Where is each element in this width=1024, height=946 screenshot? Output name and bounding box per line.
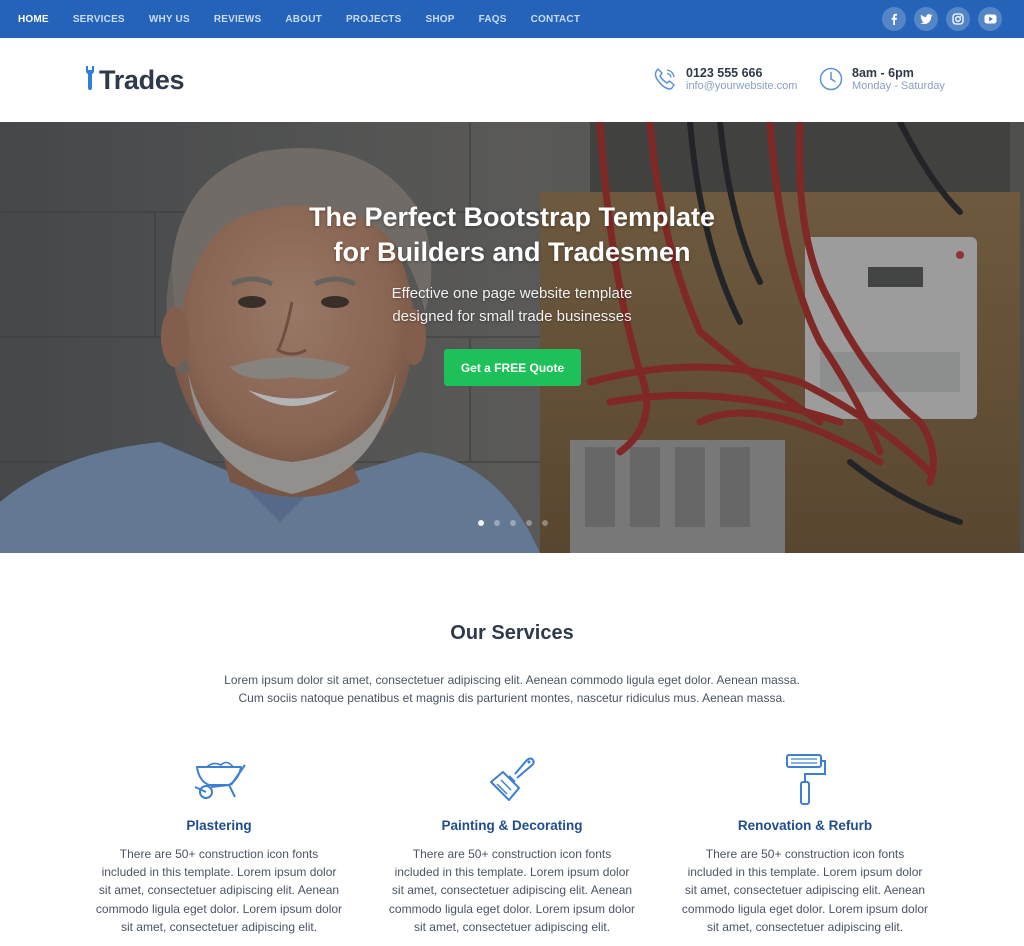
service-title: Painting & Decorating [441,818,583,833]
clock-icon [818,66,844,97]
service-title: Renovation & Refurb [737,818,873,833]
service-text-line: sit amet, consectetuer adipiscing elit. … [391,883,633,898]
service-text-line: sit amet, consectetuer adipiscing elit. [413,919,611,934]
service-text-line: There are 50+ construction icon fonts [412,847,612,861]
nav-item-services[interactable]: SERVICES [73,14,125,25]
logo[interactable]: Trades [84,65,185,96]
nav-item-contact[interactable]: CONTACT [531,14,581,25]
service-text-line: included in this template. Lorem ipsum d… [394,865,630,880]
twitter-icon[interactable] [914,7,938,31]
hero-banner: The Perfect Bootstrap Template for Build… [0,122,1024,553]
service-text-line: sit amet, consectetuer adipiscing elit. [706,919,904,934]
service-card-renovation: Renovation & Refurb There are 50+ constr… [675,752,935,936]
services-intro: Lorem ipsum dolor sit amet, consectetuer… [190,671,834,707]
service-text-line: sit amet, consectetuer adipiscing elit. … [684,883,926,898]
facebook-icon[interactable] [882,7,906,31]
phone-number: 0123 555 666 [686,66,763,80]
service-text-line: commodo ligula eget dolor. Lorem ipsum d… [388,901,636,916]
service-description: There are 50+ construction icon fonts in… [89,845,349,936]
logo-text: Trades [99,65,185,95]
service-text-line: sit amet, consectetuer adipiscing elit. … [98,883,340,898]
nav-item-shop[interactable]: SHOP [425,14,454,25]
phone-contact[interactable]: 0123 555 666 info@yourwebsite.com [652,66,797,97]
carousel-dot-1[interactable] [478,520,484,526]
social-links [874,7,1002,31]
service-text-line: included in this template. Lorem ipsum d… [101,865,337,880]
nav-menu: HOME SERVICES WHY US REVIEWS ABOUT PROJE… [18,0,604,38]
carousel-dot-2[interactable] [494,520,500,526]
service-text-line: commodo ligula eget dolor. Lorem ipsum d… [95,901,343,916]
paintbrush-icon [382,752,642,806]
nav-item-home[interactable]: HOME [18,14,49,25]
nav-item-reviews[interactable]: REVIEWS [214,14,262,25]
service-text-line: sit amet, consectetuer adipiscing elit. [120,919,318,934]
service-title: Plastering [186,818,252,833]
carousel-dot-5[interactable] [542,520,548,526]
carousel-indicators [478,520,558,526]
opening-hours: 8am - 6pm Monday - Saturday [818,66,945,97]
paint-roller-icon [675,752,935,806]
nav-item-why-us[interactable]: WHY US [149,14,190,25]
instagram-icon[interactable] [946,7,970,31]
service-card-plastering: Plastering There are 50+ construction ic… [89,752,349,936]
service-text-line: There are 50+ construction icon fonts [705,847,905,861]
service-card-painting: Painting & Decorating There are 50+ cons… [382,752,642,936]
service-text-line: There are 50+ construction icon fonts [119,847,319,861]
service-text-line: commodo ligula eget dolor. Lorem ipsum d… [681,901,929,916]
hero-subtitle-line-1: Effective one page website template [391,285,633,302]
nav-item-about[interactable]: ABOUT [285,14,322,25]
nav-item-projects[interactable]: PROJECTS [346,14,402,25]
site-header: Trades 0123 555 666 info@yourwebsite.com… [0,38,1024,122]
hero-subtitle-line-2: designed for small trade businesses [392,308,632,325]
email-link[interactable]: info@yourwebsite.com [686,80,797,93]
hero-overlay [0,122,1024,553]
get-quote-button[interactable]: Get a FREE Quote [444,349,581,386]
hero-title-line-1: The Perfect Bootstrap Template [308,202,716,232]
service-text-line: included in this template. Lorem ipsum d… [687,865,923,880]
carousel-dot-4[interactable] [526,520,532,526]
hero-title-line-2: for Builders and Tradesmen [333,237,691,267]
nav-item-faqs[interactable]: FAQS [479,14,507,25]
wheelbarrow-icon [89,752,349,806]
hero-subtitle: Effective one page website template desi… [312,282,712,328]
days-text: Monday - Saturday [852,80,945,92]
phone-icon [652,66,678,97]
hours-text: 8am - 6pm [852,66,914,80]
top-navbar: HOME SERVICES WHY US REVIEWS ABOUT PROJE… [0,0,1024,38]
services-heading: Our Services [450,622,574,644]
services-intro-line-2: Cum sociis natoque penatibus et magnis d… [238,691,786,705]
service-description: There are 50+ construction icon fonts in… [675,845,935,936]
carousel-dot-3[interactable] [510,520,516,526]
hero-title: The Perfect Bootstrap Template for Build… [212,200,812,270]
services-intro-line-1: Lorem ipsum dolor sit amet, consectetuer… [224,673,800,687]
youtube-icon[interactable] [978,7,1002,31]
wrench-icon [84,66,96,95]
service-description: There are 50+ construction icon fonts in… [382,845,642,936]
